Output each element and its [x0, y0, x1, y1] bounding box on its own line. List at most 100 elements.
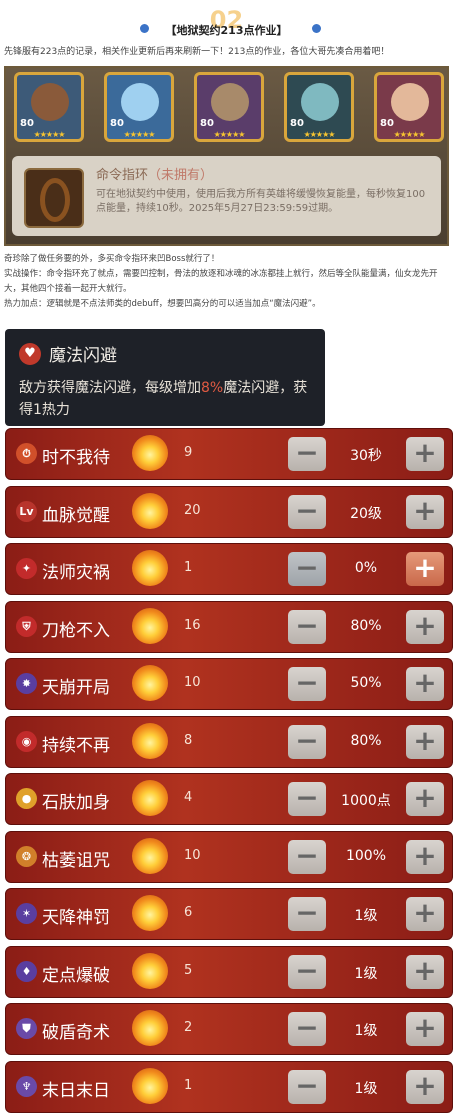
buff-label: 天崩开局: [42, 678, 110, 698]
item-title: 命令指环: [96, 168, 149, 183]
tooltip-desc-a: 敌方获得魔法闪避，每级增加: [19, 380, 201, 396]
increase-button[interactable]: +: [406, 954, 444, 989]
buff-icon: ●: [16, 788, 37, 809]
buff-row: ⛨ 刀枪不入 16 − 80% +: [5, 600, 453, 653]
decrease-button[interactable]: −: [288, 494, 326, 529]
decrease-button[interactable]: −: [288, 667, 326, 701]
section-header: 02 【地狱契约213点作业】: [0, 0, 453, 44]
increase-button[interactable]: +: [406, 724, 444, 759]
buff-label: 法师灾祸: [42, 563, 110, 583]
decrease-button[interactable]: −: [288, 552, 326, 586]
buff-label: 破盾奇术: [42, 1023, 110, 1043]
heat-cost: 16: [184, 617, 201, 633]
buff-label: 石肤加身: [42, 793, 110, 813]
increase-button[interactable]: +: [406, 667, 444, 701]
guide-line-3: 热力加点：逻辑就是不点法师类的debuff，想要凹高分的可以适当加点“魔法闪避”…: [4, 299, 321, 309]
buff-label: 天降神罚: [42, 908, 110, 928]
tooltip-description: 敌方获得魔法闪避，每级增加8%魔法闪避，获得1热力: [19, 377, 315, 421]
hero-portrait-2[interactable]: 80 ★★★★★: [104, 72, 174, 142]
buff-row: ✶ 天降神罚 6 − 1级 +: [5, 888, 453, 940]
buff-value: 0%: [354, 560, 378, 576]
magic-evade-icon: ♥: [19, 343, 41, 365]
hero-portrait-1[interactable]: 80 ★★★★★: [14, 72, 84, 142]
buff-row: ❂ 枯萎诅咒 10 − 100% +: [5, 830, 453, 883]
buff-row: ◉ 持续不再 8 − 80% +: [5, 715, 453, 768]
fairy-hero-icon: [391, 83, 429, 121]
decrease-button[interactable]: −: [288, 954, 326, 989]
hero-level: 80: [200, 118, 214, 129]
tooltip-percent: 8%: [201, 380, 224, 396]
decrease-button[interactable]: −: [288, 724, 326, 759]
decrease-button[interactable]: −: [288, 782, 326, 816]
decrease-button[interactable]: −: [288, 839, 326, 874]
buff-value: 1000点: [341, 793, 391, 809]
heat-fire-icon: [132, 837, 168, 874]
buff-icon: ⛊: [16, 1018, 37, 1039]
hero-portrait-4[interactable]: 80 ★★★★★: [284, 72, 354, 142]
item-ownership: （未拥有）: [148, 168, 214, 183]
buff-icon: ✸: [16, 673, 37, 694]
item-name: 命令指环（未拥有）: [96, 164, 213, 183]
decrease-button[interactable]: −: [288, 609, 326, 644]
buff-label: 持续不再: [42, 735, 110, 756]
increase-button[interactable]: +: [406, 494, 444, 529]
strategy-guide: 奇珍除了做任务要的外，多买命令指环来凹Boss就行了！ 实战操作：命令指环充了就…: [0, 246, 453, 312]
heat-fire-icon: [132, 492, 168, 529]
increase-button[interactable]: +: [406, 897, 444, 931]
increase-button[interactable]: +: [406, 609, 444, 644]
hero-level: 80: [20, 118, 34, 129]
hero-level: 80: [290, 118, 304, 129]
increase-button[interactable]: +: [406, 1012, 444, 1046]
buff-icon: ◉: [16, 730, 37, 752]
heat-cost: 4: [184, 790, 193, 805]
buff-value: 20级: [350, 505, 382, 522]
decrease-button[interactable]: −: [288, 897, 326, 931]
increase-button[interactable]: +: [406, 552, 444, 586]
guide-line-2: 实战操作：命令指环充了就点，需要凹控制，骨法的放逐和冰魂的冰冻都挂上就行，然后等…: [4, 269, 438, 294]
skeleton-hero-icon: [301, 83, 339, 121]
buff-label: 时不我待: [42, 448, 110, 468]
heat-fire-icon: [132, 607, 168, 644]
buff-row: ⛊ 破盾奇术 2 − 1级 +: [5, 1003, 453, 1055]
heat-cost: 10: [184, 675, 201, 690]
decrease-button[interactable]: −: [288, 1069, 326, 1104]
hero-stars: ★★★★★: [393, 130, 426, 139]
buff-label: 定点爆破: [42, 965, 110, 986]
item-description: 可在地狱契约中使用，使用后我方所有英雄将缓慢恢复能量，每秒恢复100点能量，持续…: [96, 189, 426, 214]
buff-value: 80%: [350, 617, 382, 634]
section-title: 【地狱契约213点作业】: [165, 24, 288, 37]
buff-icon: ❂: [16, 845, 37, 867]
increase-button[interactable]: +: [406, 1069, 444, 1104]
increase-button[interactable]: +: [406, 437, 444, 471]
buff-label: 血脉觉醒: [42, 505, 110, 526]
buff-value: 1级: [354, 1023, 378, 1039]
buff-icon: ♆: [16, 1075, 37, 1097]
heat-cost: 5: [184, 962, 193, 978]
hero-level: 80: [110, 118, 124, 129]
buff-row: ♆ 末日末日 1 − 1级 +: [5, 1060, 453, 1113]
ice-spirit-hero-icon: [121, 83, 159, 121]
buff-icon: ✶: [16, 903, 37, 924]
hero-stars: ★★★★★: [123, 130, 156, 139]
heat-fire-icon: [132, 1010, 168, 1046]
decrease-button[interactable]: −: [288, 437, 326, 471]
hero-stars: ★★★★★: [303, 130, 336, 139]
raccoon-hero-icon: [31, 83, 69, 121]
increase-button[interactable]: +: [406, 839, 444, 874]
heat-fire-icon: [132, 665, 168, 701]
hero-lineup-panel: 80 ★★★★★ 80 ★★★★★ 80 ★★★★★ 80 ★★★★★ 80 ★…: [4, 66, 449, 246]
tooltip-title: 魔法闪避: [49, 346, 117, 366]
buff-value: 1级: [354, 1080, 378, 1097]
hero-portrait-5[interactable]: 80 ★★★★★: [374, 72, 444, 142]
heat-cost: 6: [184, 905, 193, 920]
mage-hero-icon: [211, 83, 249, 121]
increase-button[interactable]: +: [406, 782, 444, 816]
decrease-button[interactable]: −: [288, 1012, 326, 1046]
heat-cost: 8: [184, 732, 193, 748]
buff-value: 100%: [345, 847, 387, 864]
hero-portrait-3[interactable]: 80 ★★★★★: [194, 72, 264, 142]
hero-level: 80: [380, 118, 394, 129]
heat-fire-icon: [132, 952, 168, 989]
buff-label: 刀枪不入: [42, 620, 110, 641]
heat-fire-icon: [132, 895, 168, 931]
